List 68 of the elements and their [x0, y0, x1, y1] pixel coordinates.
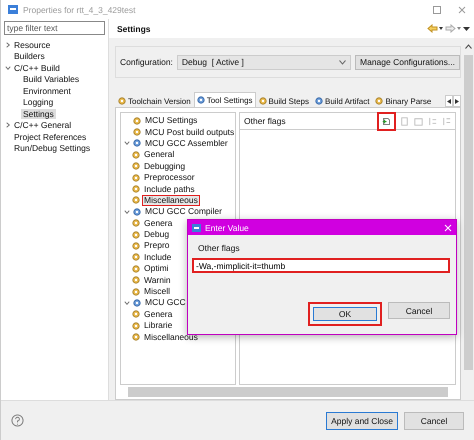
expand-icon[interactable] [4, 64, 12, 72]
flags-input-field[interactable]: -Wa,-mimplicit-it=thumb [192, 258, 450, 273]
dropdown-icon [339, 60, 346, 64]
nav-item[interactable]: Logging [21, 97, 56, 108]
left-arrow-icon [447, 98, 451, 104]
nav-item[interactable]: Build Variables [21, 74, 82, 84]
tree-item[interactable]: Genera [142, 218, 174, 229]
tree-item[interactable]: Include [142, 252, 174, 263]
window-title: Properties for rtt_4_3_429test [23, 4, 136, 14]
nav-item[interactable]: C/C++ General [12, 120, 74, 130]
configuration-label: Configuration: [120, 57, 173, 67]
configuration-dropdown[interactable]: Debug [ Active ] [176, 54, 352, 70]
nav-item[interactable]: C/C++ Build [12, 62, 62, 73]
expand-icon[interactable] [123, 139, 131, 148]
scroll-left-button[interactable] [445, 95, 453, 107]
tree-item[interactable]: MCU GCC Assembler [143, 138, 230, 149]
app-icon [8, 5, 18, 14]
nav-item[interactable]: Settings [21, 108, 56, 119]
tree-item[interactable]: Warnin [142, 274, 173, 286]
tree-item[interactable]: Librarie [142, 320, 174, 332]
tree-item[interactable]: Prepro [142, 240, 172, 252]
scroll-up-icon[interactable] [465, 44, 472, 49]
tree-item[interactable]: MCU GCC Compiler [143, 206, 224, 218]
tree-item[interactable]: General [142, 149, 176, 160]
page-title: Settings [117, 24, 152, 34]
tab[interactable]: Build Artifact [312, 94, 372, 107]
tree-item[interactable]: Debug [142, 229, 172, 240]
ok-button[interactable]: OK [308, 302, 382, 326]
tree-item[interactable]: Include paths [142, 184, 197, 195]
collapse-icon[interactable] [4, 40, 12, 49]
tree-item[interactable]: Genera [142, 308, 174, 320]
expand-icon[interactable] [123, 298, 131, 307]
tree-item[interactable]: MCU Post build outputs [143, 126, 235, 138]
nav-item[interactable]: Project References [12, 132, 88, 142]
apply-and-close-button[interactable]: Apply and Close [326, 412, 398, 430]
add-icon[interactable] [377, 112, 396, 130]
expand-icon[interactable] [123, 208, 131, 216]
close-icon[interactable] [458, 6, 466, 14]
back-icon[interactable] [427, 24, 445, 33]
vertical-scrollbar[interactable] [464, 55, 473, 370]
nav-item[interactable]: Builders [12, 51, 47, 62]
maximize-icon[interactable] [433, 6, 441, 14]
filter-field[interactable]: type filter text [4, 21, 105, 35]
tree-item[interactable]: Optimi [142, 263, 171, 274]
tab[interactable]: Build Steps [256, 94, 312, 107]
help-icon[interactable] [11, 414, 24, 427]
collapse-icon[interactable] [4, 121, 12, 130]
dialog-title: Enter Value [205, 222, 250, 232]
nav-item[interactable]: Run/Debug Settings [12, 143, 92, 154]
menu-icon[interactable] [463, 24, 470, 33]
scroll-right-button[interactable] [453, 95, 461, 107]
cancel-button[interactable]: Cancel [388, 302, 450, 319]
field-label: Other flags [197, 243, 241, 253]
tree-item[interactable]: Preprocessor [142, 172, 197, 184]
app-icon [192, 224, 201, 232]
tree-item[interactable]: Debugging [142, 160, 188, 172]
right-arrow-icon [455, 98, 459, 104]
manage-configurations-button[interactable]: Manage Configurations... [355, 54, 460, 70]
panel-title: Other flags [244, 116, 287, 126]
tree-item[interactable]: Miscellaneous [142, 332, 200, 343]
tree-item[interactable]: Miscellaneous [142, 194, 200, 206]
tab[interactable]: Tool Settings [194, 92, 256, 107]
tree-item[interactable]: MCU GCC [143, 297, 188, 308]
tree-item[interactable]: Miscell [142, 286, 172, 298]
tree-item[interactable]: MCU Settings [143, 115, 200, 126]
nav-item[interactable]: Environment [21, 86, 73, 96]
nav-item[interactable]: Resource [12, 40, 52, 50]
cancel-button[interactable]: Cancel [404, 412, 464, 430]
